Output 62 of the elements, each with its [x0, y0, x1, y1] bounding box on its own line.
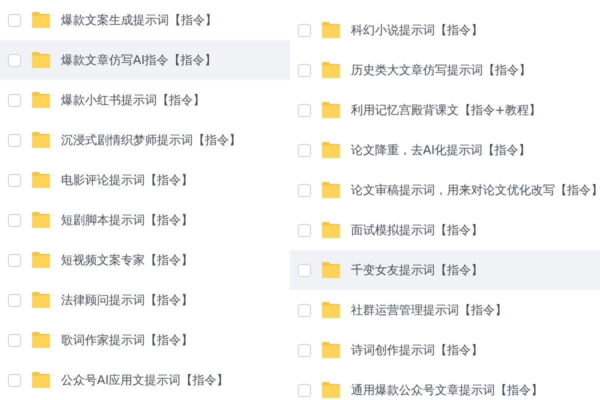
folder-icon: [321, 101, 341, 119]
checkbox[interactable]: [8, 374, 21, 386]
folder-icon: [321, 301, 341, 319]
folder-name: 通用爆款公众号文章提示词【指令】: [351, 382, 543, 398]
checkbox[interactable]: [8, 334, 21, 346]
folder-icon: [321, 21, 341, 39]
checkbox[interactable]: [298, 304, 311, 316]
checkbox[interactable]: [298, 344, 311, 356]
checkbox[interactable]: [298, 104, 311, 116]
checkbox[interactable]: [298, 144, 311, 156]
folder-icon: [321, 181, 341, 199]
folder-icon: [31, 51, 51, 69]
folder-name: 千变女友提示词【指令】: [351, 262, 483, 278]
folder-icon: [31, 171, 51, 189]
checkbox[interactable]: [8, 254, 21, 266]
folder-icon: [31, 371, 51, 389]
folder-icon: [321, 221, 341, 239]
folder-icon: [321, 381, 341, 399]
checkbox[interactable]: [298, 264, 311, 276]
checkbox[interactable]: [8, 214, 21, 226]
folder-icon: [31, 331, 51, 349]
folder-icon: [31, 211, 51, 229]
checkbox[interactable]: [298, 384, 311, 396]
folder-name: 歌词作家提示词【指令】: [61, 332, 193, 348]
file-row[interactable]: 千变女友提示词【指令】: [290, 250, 600, 290]
folder-name: 公众号AI应用文提示词【指令】: [61, 372, 229, 388]
checkbox[interactable]: [298, 224, 311, 236]
folder-icon: [31, 251, 51, 269]
checkbox[interactable]: [8, 54, 21, 66]
checkbox[interactable]: [8, 294, 21, 306]
folder-icon: [31, 11, 51, 29]
folder-name: 面试模拟提示词【指令】: [351, 222, 483, 238]
checkbox[interactable]: [298, 24, 311, 36]
folder-name: 法律顾问提示词【指令】: [61, 292, 193, 308]
folder-name: 短剧脚本提示词【指令】: [61, 212, 193, 228]
folder-name: 爆款文案生成提示词【指令】: [61, 12, 217, 28]
checkbox[interactable]: [8, 14, 21, 26]
folder-icon: [31, 291, 51, 309]
folder-icon: [321, 61, 341, 79]
folder-name: 科幻小说提示词【指令】: [351, 22, 483, 38]
folder-name: 论文降重，去AI化提示词【指令】: [351, 142, 531, 158]
folder-name: 诗词创作提示词【指令】: [351, 342, 483, 358]
checkbox[interactable]: [298, 64, 311, 76]
file-row[interactable]: 爆款文章仿写AI指令【指令】: [0, 40, 290, 80]
checkbox[interactable]: [8, 94, 21, 106]
folder-name: 论文审稿提示词，用来对论文优化改写【指令】: [351, 182, 600, 198]
folder-icon: [31, 91, 51, 109]
checkbox[interactable]: [298, 184, 311, 196]
folder-icon: [321, 141, 341, 159]
folder-icon: [31, 131, 51, 149]
folder-name: 沉浸式剧情织梦师提示词【指令】: [61, 132, 241, 148]
folder-name: 爆款小红书提示词【指令】: [61, 92, 205, 108]
folder-name: 短视频文案专家【指令】: [61, 252, 193, 268]
folder-name: 历史类大文章仿写提示词【指令】: [351, 62, 531, 78]
folder-name: 爆款文章仿写AI指令【指令】: [61, 52, 217, 68]
folder-icon: [321, 261, 341, 279]
folder-icon: [321, 341, 341, 359]
folder-name: 利用记忆宫殿背课文【指令+教程】: [351, 102, 542, 118]
checkbox[interactable]: [8, 134, 21, 146]
folder-name: 社群运营管理提示词【指令】: [351, 302, 507, 318]
folder-name: 电影评论提示词【指令】: [61, 172, 193, 188]
checkbox[interactable]: [8, 174, 21, 186]
